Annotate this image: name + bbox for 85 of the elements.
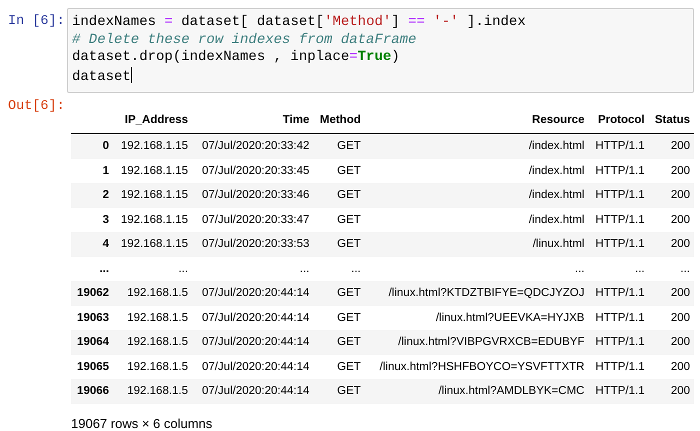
table-cell: 07/Jul/2020:20:44:14	[192, 306, 314, 330]
table-cell: 07/Jul/2020:20:33:42	[192, 134, 314, 158]
table-cell: 200	[648, 134, 694, 158]
table-cell: ...	[364, 256, 588, 281]
table-cell: 192.168.1.15	[113, 183, 192, 208]
table-cell: HTTP/1.1	[588, 134, 649, 158]
table-cell: /linux.html?KTDZTBIFYE=QDCJYZOJ	[364, 281, 588, 306]
table-cell: 192.168.1.5	[113, 330, 192, 354]
table-cell: HTTP/1.1	[588, 306, 649, 330]
table-cell: 192.168.1.15	[113, 134, 192, 158]
table-cell: GET	[313, 354, 365, 379]
table-cell: HTTP/1.1	[588, 281, 649, 306]
table-cell: /linux.html?AMDLBYK=CMC	[364, 379, 588, 404]
table-cell: GET	[313, 134, 365, 158]
table-cell: 07/Jul/2020:20:44:14	[192, 281, 314, 306]
table-cell: HTTP/1.1	[588, 330, 649, 354]
table-cell: 200	[648, 354, 694, 379]
table-cell: GET	[313, 158, 365, 183]
table-cell: HTTP/1.1	[588, 183, 649, 208]
table-cell: 07/Jul/2020:20:33:47	[192, 208, 314, 232]
input-prompt: In [6]:	[8, 13, 63, 31]
table-cell: HTTP/1.1	[588, 232, 649, 256]
table-cell: 192.168.1.5	[113, 281, 192, 306]
table-cell: 07/Jul/2020:20:44:14	[192, 379, 314, 404]
table-cell: GET	[313, 183, 365, 208]
table-cell: HTTP/1.1	[588, 208, 649, 232]
table-cell: 192.168.1.15	[113, 232, 192, 256]
table-cell: 07/Jul/2020:20:33:46	[192, 183, 314, 208]
table-cell: GET	[313, 232, 365, 256]
code-line: # Delete these row indexes from dataFrame	[72, 32, 416, 49]
table-cell: 07/Jul/2020:20:44:14	[192, 330, 314, 354]
table-shape-text: 19067 rows × 6 columns	[71, 416, 212, 430]
table-cell: 192.168.1.5	[113, 354, 192, 379]
table-cell: GET	[313, 379, 365, 404]
table-cell: ...	[113, 256, 192, 281]
row-index: 0	[71, 134, 114, 158]
row-index: 19062	[71, 281, 114, 306]
table-cell: 192.168.1.15	[113, 208, 192, 232]
table-cell: 07/Jul/2020:20:33:53	[192, 232, 314, 256]
row-index: 19065	[71, 354, 114, 379]
output-prompt: Out[6]:	[8, 99, 63, 116]
table-cell: /linux.html?VIBPGVRXCB=EDUBYF	[364, 330, 588, 354]
table-cell: 200	[648, 183, 694, 208]
table-cell: 200	[648, 208, 694, 232]
row-index: 19066	[71, 379, 114, 404]
table-cell: GET	[313, 330, 365, 354]
row-index: 2	[71, 183, 114, 208]
row-index: 19063	[71, 306, 114, 330]
table-cell: /linux.html	[364, 232, 588, 256]
row-index: 4	[71, 232, 114, 256]
code-editor[interactable]: indexNames = dataset[ dataset['Method'] == '-' ].index # Delete these row indexes from dataFrame dataset.drop(indexNames , inplace=True) dataset	[67, 8, 694, 93]
table-cell: GET	[313, 208, 365, 232]
table-cell: ...	[588, 256, 649, 281]
row-index: ...	[71, 256, 114, 281]
table-cell: ...	[648, 256, 694, 281]
table-cell: 192.168.1.5	[113, 306, 192, 330]
row-index: 19064	[71, 330, 114, 354]
table-cell: ...	[313, 256, 365, 281]
table-cell: /index.html	[364, 134, 588, 158]
table-cell: GET	[313, 281, 365, 306]
code-line: dataset.drop(indexNames , inplace=True)	[72, 49, 400, 66]
table-cell: 200	[648, 232, 694, 256]
table-cell: /linux.html?UEEVKA=HYJXB	[364, 306, 588, 330]
table-cell: 07/Jul/2020:20:33:45	[192, 158, 314, 183]
table-cell: /index.html	[364, 208, 588, 232]
table-cell: 192.168.1.15	[113, 158, 192, 183]
table-cell: HTTP/1.1	[588, 158, 649, 183]
table-cell: 200	[648, 281, 694, 306]
table-cell: /index.html	[364, 158, 588, 183]
table-cell: 07/Jul/2020:20:44:14	[192, 354, 314, 379]
table-cell: HTTP/1.1	[588, 379, 649, 404]
table-cell: GET	[313, 306, 365, 330]
table-cell: 192.168.1.5	[113, 379, 192, 404]
table-cell: ...	[192, 256, 314, 281]
table-cell: 200	[648, 379, 694, 404]
table-cell: /index.html	[364, 183, 588, 208]
row-index: 3	[71, 208, 114, 232]
table-cell: /linux.html?HSHFBOYCO=YSVFTTXTR	[364, 354, 588, 379]
table-cell: 200	[648, 158, 694, 183]
code-line: indexNames = dataset[ dataset['Method'] == '-' ].index	[72, 14, 526, 32]
table-cell: 200	[648, 330, 694, 354]
table-cell: 200	[648, 306, 694, 330]
table-cell: HTTP/1.1	[588, 354, 649, 379]
code-line: dataset	[72, 66, 132, 86]
row-index: 1	[71, 158, 114, 183]
